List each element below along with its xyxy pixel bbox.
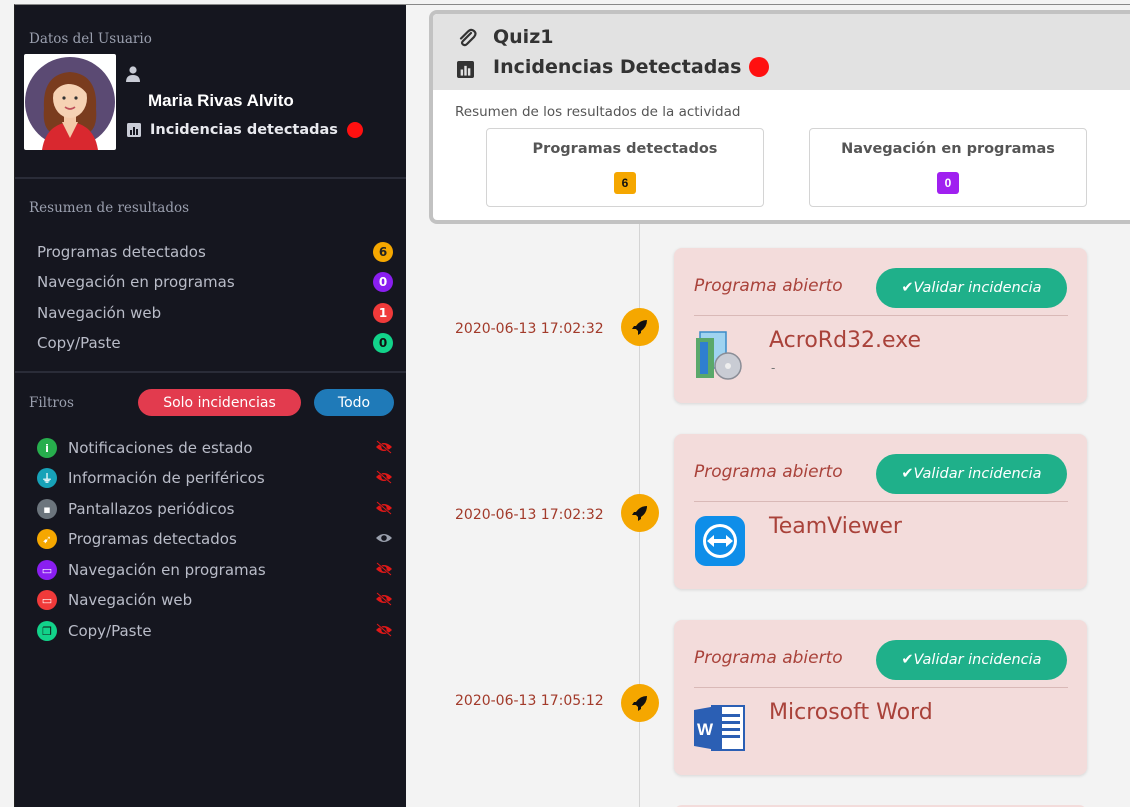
count-badge: 0 [373, 333, 393, 353]
event-card: Programa abierto ✔Validar incidencia Acr… [674, 248, 1087, 403]
filter-item-navegacion-web[interactable]: ▭ Navegación web [37, 589, 393, 611]
rocket-icon [621, 684, 659, 722]
stat-value-badge: 6 [614, 172, 636, 194]
teamviewer-icon [695, 516, 745, 566]
eye-slash-icon[interactable] [375, 440, 393, 454]
rocket-icon: ➹ [37, 529, 57, 549]
plug-icon: ⏚ [37, 468, 57, 488]
count-badge: 6 [373, 242, 393, 262]
user-icon [126, 66, 140, 82]
filter-item-copy-paste[interactable]: ❐ Copy/Paste [37, 620, 393, 642]
validar-incidencia-button[interactable]: ✔Validar incidencia [876, 268, 1067, 308]
filter-solo-incidencias-button[interactable]: Solo incidencias [138, 389, 301, 416]
user-section-title: Datos del Usuario [29, 31, 152, 47]
stat-value-badge: 0 [937, 172, 959, 194]
count-badge: 1 [373, 303, 393, 323]
acrobat-icon [696, 331, 742, 380]
divider [15, 177, 406, 179]
validar-incidencia-button[interactable]: ✔Validar incidencia [876, 454, 1067, 494]
resumen-text: Resumen de los resultados de la activida… [455, 104, 741, 120]
quiz-header: Quiz1 Incidencias Detectadas [433, 14, 1130, 90]
eye-slash-icon[interactable] [375, 623, 393, 637]
quiz-subtitle: Incidencias Detectadas [493, 56, 770, 78]
avatar [24, 54, 116, 150]
window-icon: ▭ [37, 560, 57, 580]
user-name: Maria Rivas Alvito [148, 91, 294, 110]
event-timestamp: 2020-06-13 17:02:32 [455, 321, 604, 337]
alert-dot-icon [749, 57, 770, 77]
eye-icon[interactable] [375, 531, 393, 545]
eye-slash-icon[interactable] [375, 470, 393, 484]
info-icon: i [37, 438, 57, 458]
word-icon: W [694, 705, 745, 751]
filter-item-navegacion-programas[interactable]: ▭ Navegación en programas [37, 559, 393, 581]
filter-item-notificaciones[interactable]: i Notificaciones de estado [37, 437, 393, 459]
event-timestamp: 2020-06-13 17:05:12 [455, 693, 604, 709]
event-type: Programa abierto [694, 462, 843, 482]
validar-incidencia-button[interactable]: ✔Validar incidencia [876, 640, 1067, 680]
divider [694, 315, 1068, 316]
resumen-title: Resumen de resultados [29, 200, 190, 216]
app-name: TeamViewer [769, 514, 902, 539]
event-timestamp: 2020-06-13 17:02:32 [455, 507, 604, 523]
sidebar: Datos del Usuario Maria Rivas Alvito Inc… [15, 5, 406, 807]
filters-title: Filtros [29, 395, 74, 411]
count-badge: 0 [373, 272, 393, 292]
paperclip-icon [459, 28, 477, 47]
filter-item-perifericos[interactable]: ⏚ Información de periféricos [37, 467, 393, 489]
image-icon: ▪ [37, 499, 57, 519]
app-frame: Datos del Usuario Maria Rivas Alvito Inc… [14, 4, 1130, 807]
incidencias-detectadas: Incidencias detectadas [127, 122, 363, 138]
copy-icon: ❐ [37, 621, 57, 641]
filter-todo-button[interactable]: Todo [314, 389, 394, 416]
result-programas: Programas detectados 6 [37, 241, 393, 263]
quiz-title: Quiz1 [493, 26, 554, 48]
divider [15, 371, 406, 373]
alert-dot-icon [346, 122, 363, 138]
quiz-summary-card: Quiz1 Incidencias Detectadas Resumen de … [429, 10, 1130, 224]
stat-navegacion-programas: Navegación en programas 0 [809, 128, 1087, 207]
app-name: AcroRd32.exe [769, 328, 922, 353]
result-navegacion-web: Navegación web 1 [37, 302, 393, 324]
app-name: Microsoft Word [769, 700, 933, 725]
eye-slash-icon[interactable] [375, 562, 393, 576]
eye-slash-icon[interactable] [375, 592, 393, 606]
stat-programas-detectados: Programas detectados 6 [486, 128, 764, 207]
event-type: Programa abierto [694, 276, 843, 296]
divider [694, 687, 1068, 688]
event-type: Programa abierto [694, 648, 843, 668]
eye-slash-icon[interactable] [375, 501, 393, 515]
result-navegacion-programas: Navegación en programas 0 [37, 271, 393, 293]
incidencias-label: Incidencias detectadas [150, 122, 338, 138]
chart-icon [457, 61, 474, 78]
filter-item-pantallazos[interactable]: ▪ Pantallazos periódicos [37, 498, 393, 520]
app-subtitle: - [771, 360, 776, 375]
rocket-icon [621, 308, 659, 346]
event-card: Programa abierto ✔Validar incidencia W M… [674, 620, 1087, 775]
browser-icon: ▭ [37, 590, 57, 610]
event-card: Programa abierto ✔Validar incidencia Tea… [674, 434, 1087, 589]
result-copy-paste: Copy/Paste 0 [37, 332, 393, 354]
rocket-icon [621, 494, 659, 532]
divider [694, 501, 1068, 502]
filter-item-programas[interactable]: ➹ Programas detectados [37, 528, 393, 550]
svg-text:W: W [697, 720, 714, 739]
chart-icon [127, 123, 141, 137]
